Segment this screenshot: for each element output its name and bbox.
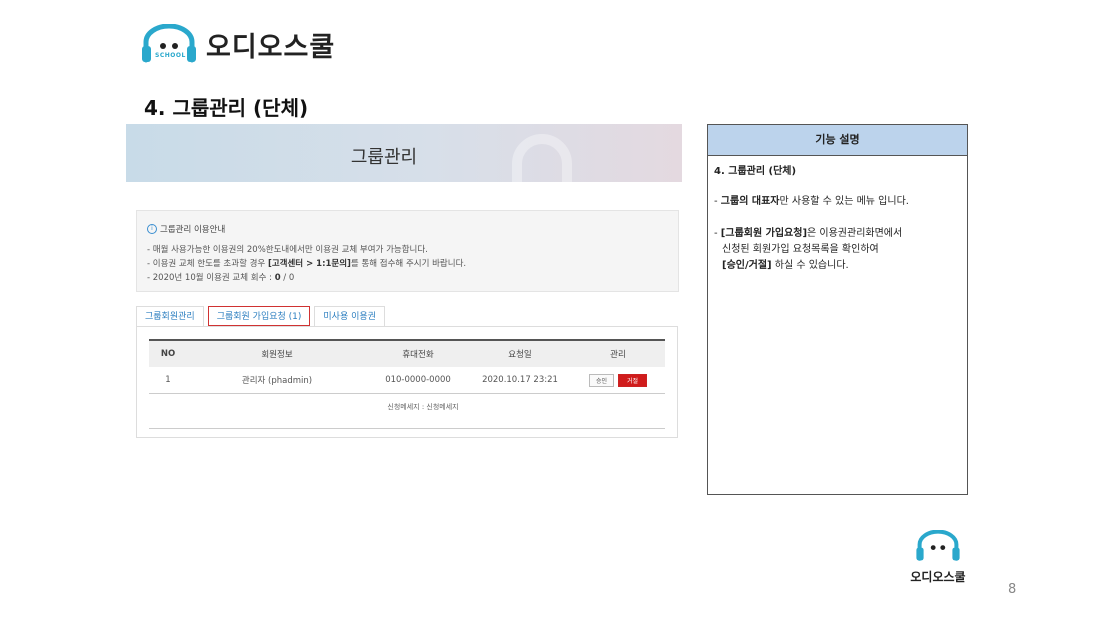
info-box: i 그룹관리 이용안내 - 매월 사용가능한 이용권의 20%한도내에서만 이용…	[136, 210, 679, 292]
description-header: 기능 설명	[708, 125, 967, 156]
p1-bold: 그룹의 대표자	[720, 196, 780, 207]
p2-line3-post: 하실 수 있습니다.	[771, 260, 849, 271]
info-icon: i	[147, 224, 157, 234]
info-line-2-post: 를 통해 접수해 주시기 바랍니다.	[350, 259, 467, 269]
description-p2: - [그룹회원 가입요청]은 이용권관리화면에서 신청된 회원가입 요청목록을 …	[714, 226, 961, 274]
page-banner: 그룹관리	[126, 124, 682, 182]
info-heading-text: 그룹관리 이용안내	[160, 225, 226, 235]
col-member: 회원정보	[187, 339, 367, 367]
cell-manage: 승인 거절	[571, 367, 665, 394]
description-title: 4. 그룹관리 (단체)	[714, 166, 797, 177]
tab-unused-passes[interactable]: 미사용 이용권	[314, 306, 385, 326]
info-line-2-bold: [고객센터 > 1:1문의]	[267, 259, 351, 269]
p2-bold: [그룹회원 가입요청]	[720, 228, 808, 239]
table-panel: NO 회원정보 휴대전화 요청일 관리 1 관리자 (phadmin) 010-…	[136, 326, 678, 438]
description-p1: - 그룹의 대표자만 사용할 수 있는 메뉴 입니다.	[714, 194, 961, 210]
info-line-1: - 매월 사용가능한 이용권의 20%한도내에서만 이용권 교체 부여가 가능합…	[147, 245, 428, 255]
brand-logo: SCHOOL 오디오스쿨	[140, 23, 336, 64]
cell-member: 관리자 (phadmin)	[187, 367, 367, 394]
request-message: 신청메세지 : 신청메세지	[387, 403, 459, 411]
info-line-3-pre: - 2020년 10월 이용권 교체 회수 :	[147, 273, 275, 283]
brand-logo-small: 오디오스쿨	[908, 529, 968, 585]
p2-pre: -	[714, 228, 721, 239]
p2-line2: 신청된 회원가입 요청목록을 확인하여	[722, 244, 879, 255]
tab-bar: 그룹회원관리 그룹회원 가입요청 (1) 미사용 이용권	[136, 306, 389, 328]
col-date: 요청일	[469, 339, 571, 367]
brand-name: 오디오스쿨	[206, 31, 336, 63]
info-line-3-post: / 0	[280, 273, 295, 283]
cell-date: 2020.10.17 23:21	[469, 367, 571, 394]
school-label: SCHOOL	[155, 52, 186, 59]
table-row: 1 관리자 (phadmin) 010-0000-0000 2020.10.17…	[149, 367, 665, 394]
info-heading: i 그룹관리 이용안내	[147, 223, 668, 235]
banner-title: 그룹관리	[350, 147, 418, 168]
divider	[149, 428, 665, 429]
tab-group-members[interactable]: 그룹회원관리	[136, 306, 204, 326]
p2-line3: [승인/거절] 하실 수 있습니다.	[714, 258, 961, 274]
approve-button[interactable]: 승인	[588, 373, 614, 387]
p2-post: 은 이용권관리화면에서	[807, 228, 903, 239]
tab-join-requests[interactable]: 그룹회원 가입요청 (1)	[207, 306, 311, 326]
headphone-logo-small-icon	[916, 529, 960, 561]
info-line-2: - 이용권 교체 한도를 초과할 경우 [고객센터 > 1:1문의]를 통해 접…	[147, 257, 668, 271]
col-manage: 관리	[571, 339, 665, 367]
join-request-table: NO 회원정보 휴대전화 요청일 관리 1 관리자 (phadmin) 010-…	[149, 339, 665, 394]
col-no: NO	[149, 339, 187, 367]
p1-post: 만 사용할 수 있는 메뉴 입니다.	[779, 196, 909, 207]
cell-no: 1	[149, 367, 187, 394]
cell-phone: 010-0000-0000	[367, 367, 469, 394]
headphone-logo-icon: SCHOOL	[140, 23, 198, 64]
p2-line3-bold: [승인/거절]	[722, 260, 772, 271]
brand-name-small: 오디오스쿨	[910, 570, 966, 584]
reject-button[interactable]: 거절	[618, 373, 648, 387]
info-line-2-pre: - 이용권 교체 한도를 초과할 경우	[147, 259, 268, 269]
section-title: 4. 그룹관리 (단체)	[144, 96, 309, 120]
col-phone: 휴대전화	[367, 339, 469, 367]
description-body: 4. 그룹관리 (단체) - 그룹의 대표자만 사용할 수 있는 메뉴 입니다.…	[708, 156, 967, 298]
info-line-3: - 2020년 10월 이용권 교체 회수 : 0 / 0	[147, 271, 668, 285]
page-number: 8	[1008, 582, 1017, 597]
description-box: 기능 설명 4. 그룹관리 (단체) - 그룹의 대표자만 사용할 수 있는 메…	[707, 124, 968, 495]
p1-pre: -	[714, 196, 721, 207]
table-header-row: NO 회원정보 휴대전화 요청일 관리	[149, 339, 665, 367]
